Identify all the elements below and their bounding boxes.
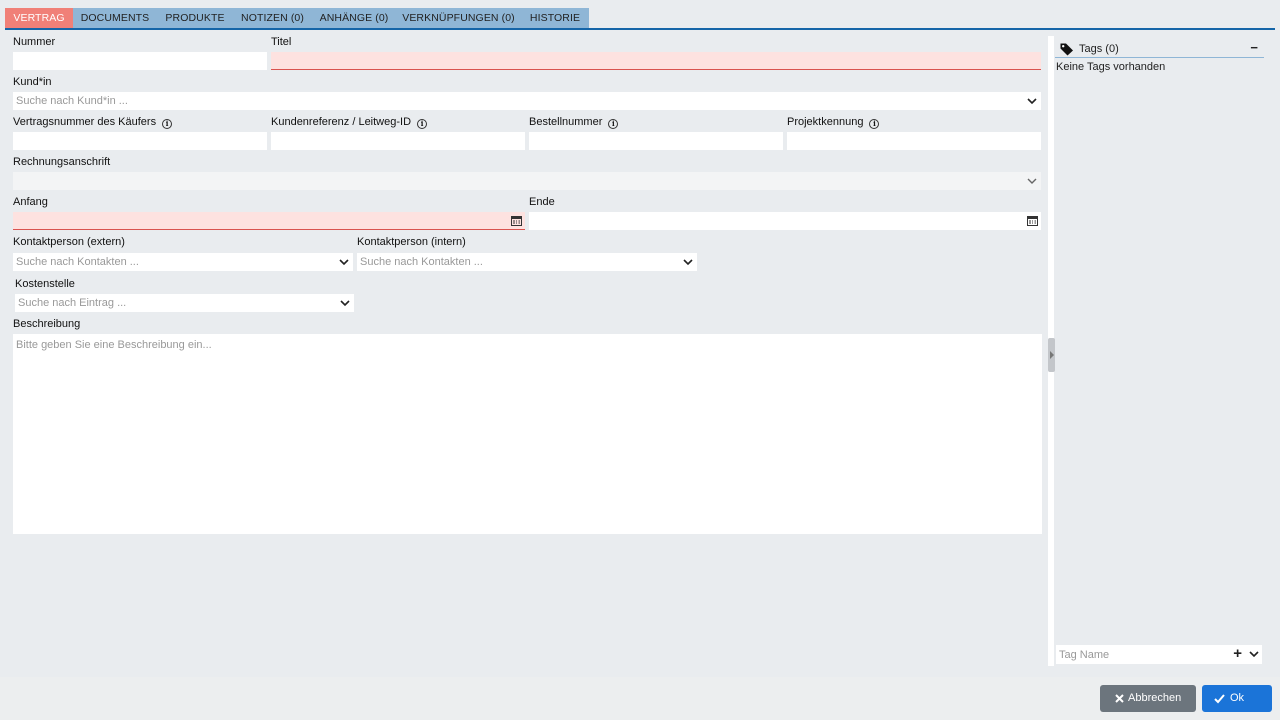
anfang-label: Anfang bbox=[13, 196, 48, 208]
kunde-select[interactable]: Suche nach Kund*in ... bbox=[13, 92, 1041, 110]
kostenstelle-placeholder: Suche nach Eintrag ... bbox=[18, 297, 127, 309]
cancel-button[interactable]: Abbrechen bbox=[1100, 685, 1196, 712]
tag-name-input[interactable] bbox=[1056, 645, 1224, 664]
bestellnummer-label: Bestellnummer i bbox=[529, 116, 619, 129]
vertragsnummer-field[interactable] bbox=[13, 132, 267, 150]
tab-vertrag[interactable]: VERTRAG bbox=[5, 8, 73, 28]
kontakt-extern-label: Kontaktperson (extern) bbox=[13, 236, 125, 248]
tags-title: Tags (0) bbox=[1079, 43, 1119, 55]
tab-verknuepfungen[interactable]: VERKNÜPFUNGEN (0) bbox=[396, 8, 521, 28]
beschreibung-label: Beschreibung bbox=[13, 318, 81, 330]
kontakt-extern-placeholder: Suche nach Kontakten ... bbox=[16, 256, 139, 268]
kontakt-extern-select[interactable]: Suche nach Kontakten ... bbox=[13, 253, 353, 271]
kontakt-intern-placeholder: Suche nach Kontakten ... bbox=[360, 256, 483, 268]
kunde-label: Kund*in bbox=[13, 76, 52, 88]
nummer-label: Nummer bbox=[13, 36, 56, 48]
no-tags-message: Keine Tags vorhanden bbox=[1056, 61, 1166, 73]
ok-button[interactable]: Ok bbox=[1202, 685, 1272, 712]
tab-anhaenge[interactable]: ANHÄNGE (0) bbox=[312, 8, 396, 28]
kundenreferenz-label: Kundenreferenz / Leitweg-ID i bbox=[271, 116, 428, 129]
calendar-icon[interactable] bbox=[1027, 215, 1038, 226]
kostenstelle-label: Kostenstelle bbox=[15, 278, 75, 290]
chevron-down-icon bbox=[340, 300, 350, 307]
info-icon[interactable]: i bbox=[162, 119, 173, 129]
bestellnummer-field[interactable] bbox=[529, 132, 783, 150]
add-tag-button[interactable]: + bbox=[1233, 646, 1242, 662]
tab-documents[interactable]: DOCUMENTS bbox=[73, 8, 157, 28]
kundenreferenz-field[interactable] bbox=[271, 132, 525, 150]
calendar-icon[interactable] bbox=[511, 215, 522, 226]
ende-label: Ende bbox=[529, 196, 555, 208]
info-icon[interactable]: i bbox=[608, 119, 619, 129]
ok-label: Ok bbox=[1230, 692, 1245, 704]
info-icon[interactable]: i bbox=[869, 119, 880, 129]
info-icon[interactable]: i bbox=[417, 119, 428, 129]
tags-panel: Tags (0) − Keine Tags vorhanden bbox=[1055, 36, 1265, 666]
chevron-down-icon bbox=[1027, 98, 1037, 105]
contract-dialog: VERTRAG DOCUMENTS PRODUKTE NOTIZEN (0) A… bbox=[0, 0, 1280, 720]
dialog-footer bbox=[0, 677, 1280, 720]
cancel-label: Abbrechen bbox=[1128, 692, 1182, 704]
chevron-down-icon bbox=[339, 259, 349, 266]
chevron-down-icon bbox=[1027, 178, 1037, 184]
tab-notizen[interactable]: NOTIZEN (0) bbox=[233, 8, 312, 28]
kontakt-intern-label: Kontaktperson (intern) bbox=[357, 236, 466, 248]
kostenstelle-select[interactable]: Suche nach Eintrag ... bbox=[15, 294, 354, 312]
ende-date-field[interactable] bbox=[529, 212, 1041, 230]
tag-icon bbox=[1060, 43, 1073, 56]
tag-input-box: + bbox=[1056, 645, 1262, 664]
rechnungsanschrift-label: Rechnungsanschrift bbox=[13, 156, 111, 168]
check-icon bbox=[1214, 694, 1225, 704]
projektkennung-label: Projektkennung i bbox=[787, 116, 880, 129]
tab-bar: VERTRAG DOCUMENTS PRODUKTE NOTIZEN (0) A… bbox=[5, 8, 1275, 30]
kontakt-intern-select[interactable]: Suche nach Kontakten ... bbox=[357, 253, 697, 271]
chevron-down-icon[interactable] bbox=[1249, 650, 1259, 658]
beschreibung-textarea[interactable] bbox=[13, 334, 1042, 534]
tags-header: Tags (0) − bbox=[1055, 38, 1264, 58]
projektkennung-field[interactable] bbox=[787, 132, 1041, 150]
arrow-right-icon bbox=[1050, 351, 1054, 359]
rechnungsanschrift-select[interactable] bbox=[13, 172, 1041, 190]
titel-label: Titel bbox=[271, 36, 292, 48]
titel-field[interactable] bbox=[271, 52, 1041, 70]
tab-historie[interactable]: HISTORIE bbox=[521, 8, 589, 28]
chevron-down-icon bbox=[683, 259, 693, 266]
kunde-placeholder: Suche nach Kund*in ... bbox=[16, 95, 128, 107]
anfang-date-field[interactable] bbox=[13, 212, 525, 230]
nummer-field[interactable] bbox=[13, 52, 267, 70]
close-icon bbox=[1115, 694, 1124, 703]
collapse-button[interactable]: − bbox=[1250, 40, 1258, 55]
vertragsnummer-label: Vertragsnummer des Käufers i bbox=[13, 116, 173, 129]
tab-produkte[interactable]: PRODUKTE bbox=[157, 8, 233, 28]
